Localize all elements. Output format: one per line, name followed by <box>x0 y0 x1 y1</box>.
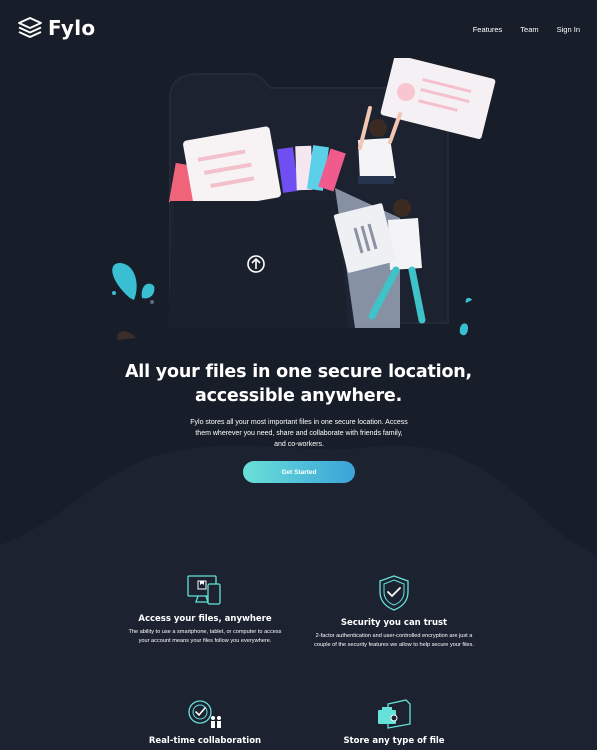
hero-title-line-1: All your files in one secure location, <box>124 362 473 382</box>
feature-store-any-file: Store any type of file <box>299 698 489 746</box>
feature-collaboration: Real-time collaboration <box>110 698 300 746</box>
nav-features-link[interactable]: Features <box>473 25 503 34</box>
hero-illustration <box>112 58 496 340</box>
hero-description: Fylo stores all your most important file… <box>190 419 408 448</box>
collaboration-icon <box>188 700 221 728</box>
stack-logo-icon <box>18 17 42 38</box>
feature-security: Security you can trust 2-factor authenti… <box>299 574 489 649</box>
feature-text: 2-factor authentication and user-control… <box>314 633 474 648</box>
nav-sign-in-link[interactable]: Sign In <box>557 25 580 34</box>
shield-check-icon <box>379 575 409 611</box>
site-header: Fylo Features Team Sign In <box>0 0 597 60</box>
feature-text: The ability to use a smartphone, tablet,… <box>128 629 282 644</box>
feature-title: Security you can trust <box>340 618 448 628</box>
logo-text: Fylo <box>48 16 96 40</box>
logo[interactable]: Fylo <box>18 16 95 40</box>
hero-title: All your files in one secure location, a… <box>0 360 597 408</box>
feature-title: Store any type of file <box>343 736 445 746</box>
hero-title-line-2: accessible anywhere. <box>194 386 403 406</box>
main-nav: Features Team Sign In <box>473 25 580 34</box>
feature-access-anywhere: Access your files, anywhere The ability … <box>110 574 300 645</box>
nav-team-link[interactable]: Team <box>520 25 538 34</box>
feature-title: Real-time collaboration <box>148 736 262 746</box>
feature-title: Access your files, anywhere <box>138 614 272 624</box>
files-icon <box>378 699 411 729</box>
get-started-button[interactable]: Get Started <box>243 461 355 483</box>
devices-icon <box>187 575 221 605</box>
